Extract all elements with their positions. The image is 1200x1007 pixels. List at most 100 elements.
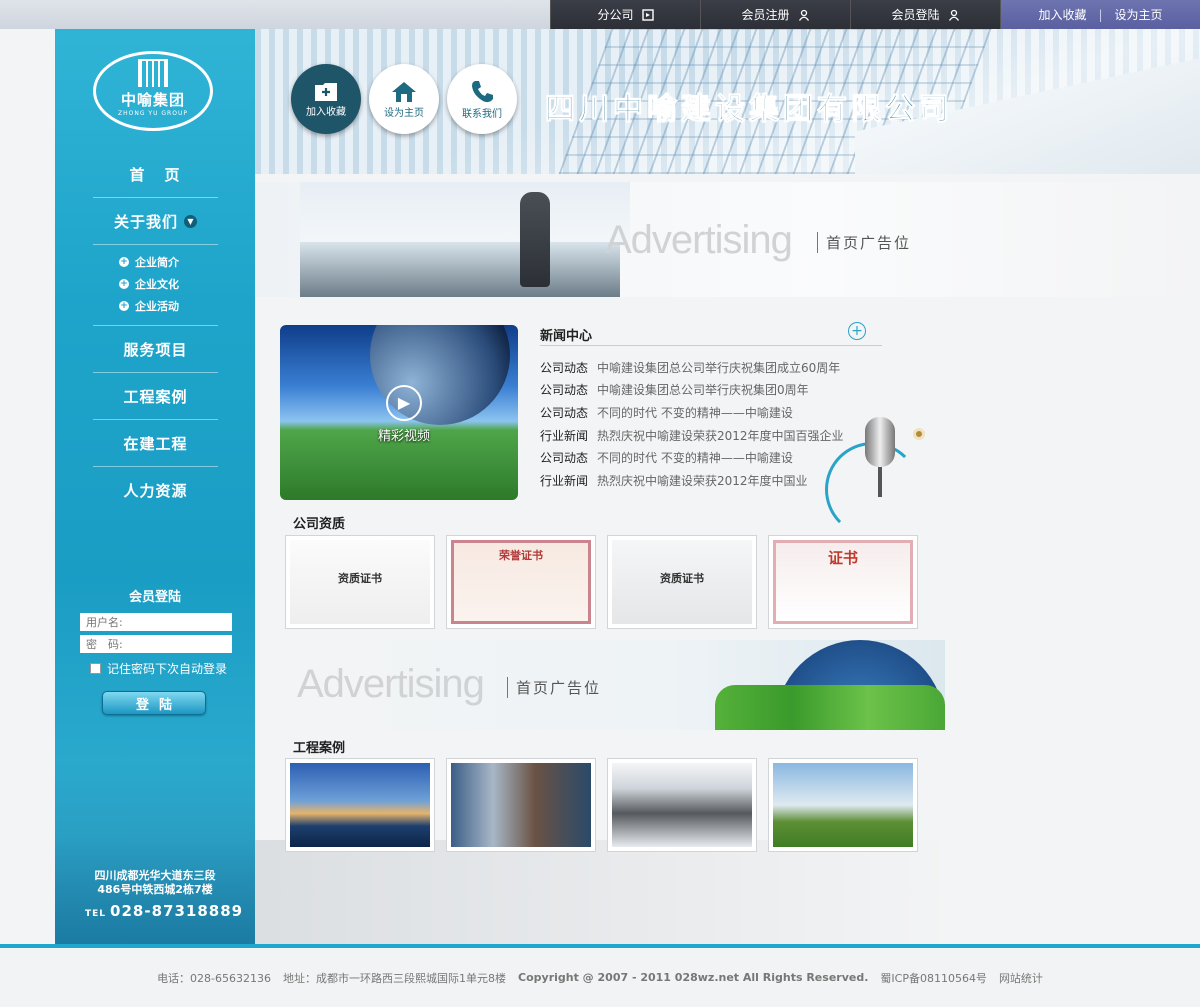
businessman-image bbox=[520, 192, 550, 287]
certificate-image: 资质证书 bbox=[290, 540, 430, 624]
plus-icon: + bbox=[119, 301, 129, 311]
news-title-text: 热烈庆祝中喻建设荣获2012年度中国业 bbox=[597, 473, 808, 488]
certificate-image: 荣誉证书 bbox=[451, 540, 591, 624]
set-home-button[interactable]: 设为主页 bbox=[369, 64, 439, 134]
case-thumb[interactable] bbox=[446, 758, 596, 852]
ad-word: Advertising bbox=[605, 218, 793, 262]
ad-word: Advertising bbox=[297, 662, 485, 706]
nav-services[interactable]: 服务项目 bbox=[93, 326, 218, 373]
sub-item-activities[interactable]: + 企业活动 bbox=[119, 295, 218, 317]
branch-link[interactable]: 分公司 bbox=[550, 0, 700, 29]
page: { "topnav": { "branch": "分公司", "register… bbox=[0, 0, 1200, 1007]
advertising-banner-2[interactable]: Advertising 首页广告位 bbox=[255, 640, 945, 730]
more-icon[interactable]: + bbox=[848, 322, 866, 340]
mic-head bbox=[865, 417, 895, 467]
certificate-image: 证书 bbox=[773, 540, 913, 624]
register-label: 会员注册 bbox=[741, 8, 790, 22]
play-icon[interactable]: ▶ bbox=[386, 385, 422, 421]
logo-subtitle: ZHONG YU GROUP bbox=[118, 110, 188, 117]
news-list: 公司动态 中喻建设集团总公司举行庆祝集团成立60周年 公司动态 中喻建设集团总公司举… bbox=[540, 356, 860, 492]
chevron-down-icon: ▼ bbox=[184, 214, 197, 228]
login-button[interactable]: 登陆 bbox=[102, 691, 206, 715]
nav-about[interactable]: 关于我们 ▼ bbox=[93, 198, 218, 245]
nav-ongoing-label: 在建工程 bbox=[123, 434, 188, 453]
certificate-thumb[interactable]: 资质证书 bbox=[285, 535, 435, 629]
news-title-text: 不同的时代 不变的精神——中喻建设 bbox=[597, 405, 793, 420]
news-category: 公司动态 bbox=[540, 451, 589, 466]
set-home-label: 设为主页 bbox=[384, 107, 424, 119]
sidebar: 中喻集团 ZHONG YU GROUP 首页 关于我们 ▼ + 企业简介 + 企业文化… bbox=[55, 29, 255, 946]
contact-us-label: 联系我们 bbox=[462, 108, 502, 120]
register-link[interactable]: 会员注册 bbox=[700, 0, 850, 29]
sub-item-label: 企业简介 bbox=[135, 256, 179, 269]
sidebar-menu: 首页 关于我们 ▼ + 企业简介 + 企业文化 + 企业活动 服务项目 工程案例 在建工… bbox=[93, 151, 218, 514]
news-title-text: 不同的时代 不变的精神——中喻建设 bbox=[597, 451, 793, 466]
advertising-banner-1[interactable]: Advertising 首页广告位 bbox=[255, 182, 1200, 297]
microphone-icon bbox=[825, 412, 925, 537]
add-favorite-button[interactable]: 加入收藏 bbox=[291, 64, 361, 134]
footer-icp-link[interactable]: 蜀ICP备08110564号 bbox=[880, 970, 987, 986]
home-icon bbox=[392, 81, 416, 102]
news-item[interactable]: 行业新闻 热烈庆祝中喻建设荣获2012年度中国百强企业 bbox=[540, 424, 860, 447]
nav-hr[interactable]: 人力资源 bbox=[93, 467, 218, 514]
remember-label: 记住密码下次自动登录 bbox=[107, 662, 228, 676]
bookmark-add-icon bbox=[315, 82, 337, 101]
news-header: 新闻中心 + bbox=[540, 318, 882, 346]
branch-label: 分公司 bbox=[597, 8, 634, 22]
footer-stats-link[interactable]: 网站统计 bbox=[999, 970, 1043, 986]
username-input[interactable] bbox=[80, 613, 232, 631]
case-thumb[interactable] bbox=[607, 758, 757, 852]
news-item[interactable]: 公司动态 不同的时代 不变的精神——中喻建设 bbox=[540, 446, 860, 469]
company-name: 四川中喻建设集团有限公司 bbox=[545, 92, 953, 128]
nav-home[interactable]: 首页 bbox=[93, 151, 218, 198]
phone-icon bbox=[472, 80, 493, 102]
login-link[interactable]: 会员登陆 bbox=[850, 0, 1000, 29]
about-submenu: + 企业简介 + 企业文化 + 企业活动 bbox=[93, 245, 218, 326]
skyline-image bbox=[255, 840, 955, 945]
case-thumb[interactable] bbox=[768, 758, 918, 852]
logo-name: 中喻集团 bbox=[120, 91, 185, 109]
city-photo bbox=[451, 763, 591, 847]
sub-item-label: 企业文化 bbox=[135, 278, 179, 291]
telephone: TEL 028-87318889 bbox=[85, 902, 243, 920]
contact-us-button[interactable]: 联系我们 bbox=[447, 64, 517, 134]
tel-number: 028-87318889 bbox=[110, 902, 244, 920]
nav-cases[interactable]: 工程案例 bbox=[93, 373, 218, 420]
news-category: 公司动态 bbox=[540, 405, 589, 420]
video-thumbnail[interactable]: ▶ 精彩视频 bbox=[280, 325, 518, 500]
news-item[interactable]: 公司动态 不同的时代 不变的精神——中喻建设 bbox=[540, 401, 860, 424]
sub-item-intro[interactable]: + 企业简介 bbox=[119, 251, 218, 273]
bridge-photo bbox=[290, 763, 430, 847]
nav-ongoing[interactable]: 在建工程 bbox=[93, 420, 218, 467]
dam-photo bbox=[612, 763, 752, 847]
news-item[interactable]: 行业新闻 热烈庆祝中喻建设荣获2012年度中国业 bbox=[540, 469, 860, 492]
certificate-caption: 资质证书 bbox=[660, 572, 704, 585]
news-category: 公司动态 bbox=[540, 360, 589, 375]
nav-about-label: 关于我们 bbox=[113, 212, 178, 231]
set-home-link[interactable]: 设为主页 bbox=[1115, 6, 1163, 23]
remember-me[interactable]: 记住密码下次自动登录 bbox=[90, 660, 227, 677]
certificate-thumb[interactable]: 证书 bbox=[768, 535, 918, 629]
certificate-thumb[interactable]: 资质证书 bbox=[607, 535, 757, 629]
video-label: 精彩视频 bbox=[377, 429, 430, 444]
remember-checkbox[interactable] bbox=[90, 663, 101, 674]
nav-cases-label: 工程案例 bbox=[123, 387, 188, 406]
certificate-caption: 资质证书 bbox=[338, 572, 382, 585]
case-thumb[interactable] bbox=[285, 758, 435, 852]
cases-gallery bbox=[285, 758, 918, 852]
password-input[interactable] bbox=[80, 635, 232, 653]
company-logo[interactable]: 中喻集团 ZHONG YU GROUP bbox=[93, 51, 213, 131]
news-item[interactable]: 公司动态 中喻建设集团总公司举行庆祝集团成立60周年 bbox=[540, 356, 860, 379]
building-icon bbox=[138, 59, 168, 87]
ad-label: 首页广告位 bbox=[817, 232, 911, 253]
favorite-bar: 加入收藏 | 设为主页 bbox=[1000, 0, 1200, 29]
decor-dot bbox=[913, 428, 925, 440]
ad-label: 首页广告位 bbox=[507, 677, 601, 698]
news-category: 行业新闻 bbox=[540, 473, 589, 488]
news-item[interactable]: 公司动态 中喻建设集团总公司举行庆祝集团0周年 bbox=[540, 379, 860, 402]
news-category: 公司动态 bbox=[540, 383, 589, 398]
building-photo bbox=[773, 763, 913, 847]
sub-item-culture[interactable]: + 企业文化 bbox=[119, 273, 218, 295]
certificate-thumb[interactable]: 荣誉证书 bbox=[446, 535, 596, 629]
add-favorite-link[interactable]: 加入收藏 bbox=[1038, 6, 1086, 23]
